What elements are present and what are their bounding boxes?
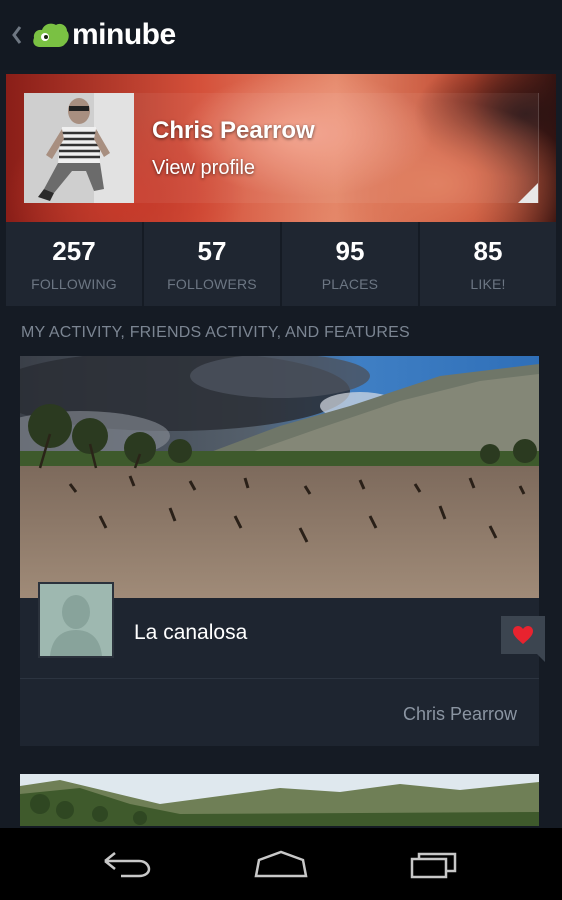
- stat-followers[interactable]: 57 FOLLOWERS: [144, 222, 280, 306]
- view-profile-link[interactable]: View profile: [152, 157, 255, 180]
- stat-label: FOLLOWING: [31, 276, 117, 292]
- heart-icon: [513, 626, 533, 644]
- app-logo[interactable]: minube: [32, 18, 176, 52]
- like-button[interactable]: [501, 616, 545, 662]
- default-user-icon: [40, 584, 112, 656]
- profile-card[interactable]: Chris Pearrow View profile: [24, 93, 539, 203]
- activity-card[interactable]: La canalosa Chris Pearrow: [20, 356, 545, 746]
- stat-label: LIKE!: [470, 276, 506, 292]
- action-bar: minube: [0, 0, 562, 70]
- stat-likes[interactable]: 85 LIKE!: [420, 222, 556, 306]
- profile-name[interactable]: Chris Pearrow: [152, 117, 315, 145]
- back-icon: [104, 852, 151, 878]
- section-header: MY ACTIVITY, FRIENDS ACTIVITY, AND FEATU…: [21, 324, 410, 341]
- corner-fold-icon: [518, 183, 538, 203]
- recents-icon: [410, 852, 457, 879]
- stats-row: 257 FOLLOWING 57 FOLLOWERS 95 PLACES 85 …: [6, 222, 556, 306]
- stat-label: PLACES: [321, 276, 379, 292]
- nav-home-button[interactable]: [246, 839, 316, 889]
- app-logo-text: minube: [72, 18, 176, 51]
- minube-cloud-icon: [33, 23, 69, 47]
- up-navigation-button[interactable]: [6, 15, 28, 55]
- person-photo-icon: [24, 93, 134, 203]
- system-nav-bar: [0, 828, 562, 900]
- stat-value: 95: [335, 236, 365, 266]
- nav-recents-button[interactable]: [400, 839, 470, 889]
- landscape-photo-icon: [20, 774, 539, 826]
- activity-card-preview[interactable]: [20, 774, 539, 826]
- stat-following[interactable]: 257 FOLLOWING: [6, 222, 142, 306]
- stat-value: 257: [52, 236, 96, 266]
- place-title[interactable]: La canalosa: [134, 621, 247, 645]
- profile-banner[interactable]: Chris Pearrow View profile: [6, 74, 556, 222]
- home-icon: [254, 850, 308, 878]
- card-divider: [20, 678, 539, 679]
- place-avatar[interactable]: [38, 582, 114, 658]
- heart-shape: [513, 626, 533, 644]
- chevron-left-icon: [12, 26, 22, 44]
- stat-value: 85: [473, 236, 503, 266]
- stat-value: 57: [197, 236, 227, 266]
- profile-avatar[interactable]: [24, 93, 134, 203]
- landscape-photo-icon: [20, 356, 539, 598]
- card-author[interactable]: Chris Pearrow: [403, 704, 517, 725]
- stat-places[interactable]: 95 PLACES: [282, 222, 418, 306]
- nav-back-button[interactable]: [92, 839, 162, 889]
- place-photo[interactable]: [20, 356, 539, 598]
- stat-label: FOLLOWERS: [167, 276, 257, 292]
